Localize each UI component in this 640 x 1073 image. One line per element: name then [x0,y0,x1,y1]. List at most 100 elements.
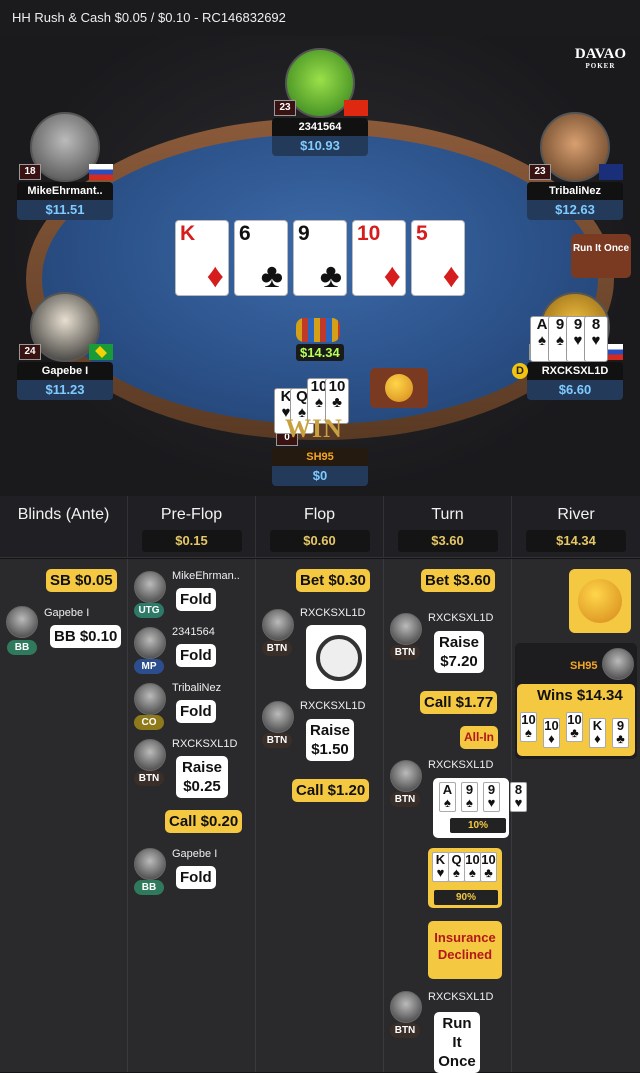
player-avatar [390,613,422,645]
flag-icon [599,164,623,180]
win-banner: WIN [285,414,343,443]
action-bubble: BB $0.10 [50,625,122,648]
hand-card: Q ♠ [448,852,465,882]
player-avatar [390,991,422,1023]
board-card: K ♦ [175,220,229,296]
col-turn: Turn $3.60 [384,496,512,557]
hand-card: 10 ♣ [566,712,583,742]
flag-icon [89,164,113,180]
timer-clock-icon [306,625,366,689]
board-card: 6 ♣ [234,220,288,296]
hand-card: 9 ♠ [461,782,478,812]
player-avatar [602,648,634,680]
action-bubble: Run It Once [434,1012,480,1073]
action-bubble: Fold [176,700,216,723]
position-badge: BB [7,640,37,655]
position-badge: MP [134,659,164,674]
player-name: Gapebe I [44,607,90,619]
player-name: MikeEhrmant.. [17,182,113,200]
player-stack: $11.23 [17,380,113,400]
emote-icon[interactable] [370,368,428,408]
player-avatar [262,701,294,733]
equity-percent: 90% [434,890,498,905]
player-stack: $11.51 [17,200,113,220]
position-badge: BTN [390,645,420,660]
hand-card: 9 ♥ [483,782,500,812]
action-bubble: Call $0.20 [165,810,243,833]
window-title: HH Rush & Cash $0.05 / $0.10 - RC1468326… [0,0,640,36]
pot-amount: $14.34 [296,344,344,361]
player-avatar [134,848,166,880]
davao-logo: DAVAO POKER [574,46,626,71]
action-bubble: Call $1.20 [292,779,370,802]
hole-card: 8 ♥ [584,316,608,362]
player-name: 2341564 [172,626,215,638]
col-flop: Flop $0.60 [256,496,384,557]
hand-card: 10 ♠ [464,852,481,882]
seat-top[interactable]: 23 2341564 $10.93 [272,48,368,156]
hand-card: 10 ♣ [480,852,497,882]
hand-card: 8 ♥ [510,782,527,812]
hand-card: 10 ♠ [520,712,537,742]
position-badge: BTN [134,771,164,786]
position-badge: CO [134,715,164,730]
position-badge: BTN [262,733,292,748]
player-avatar [6,606,38,638]
allin-badge: All-In [460,726,498,749]
player-avatar [134,571,166,603]
position-badge: UTG [134,603,164,618]
player-name: 2341564 [272,118,368,136]
seat-left-bottom[interactable]: 24 Gapebe I $11.23 [17,292,113,400]
poker-table: DAVAO POKER 23 2341564 $10.93 18 MikeEhrm… [0,36,640,496]
street-header: Blinds (Ante) Pre-Flop $0.15 Flop $0.60 Tu… [0,496,640,558]
player-avatar [134,627,166,659]
player-name: Gapebe I [17,362,113,380]
action-bubble: SB $0.05 [46,569,117,592]
player-name: RXCKSXL1D [527,362,623,380]
equity-percent: 10% [450,818,506,833]
flag-icon [344,100,368,116]
player-stack: $0 [272,466,368,486]
action-bubble: Raise $0.25 [176,756,228,798]
level-badge: 23 [274,100,296,116]
col-preflop: Pre-Flop $0.15 [128,496,256,557]
run-it-once-badge: Run It Once [571,234,631,278]
position-badge: BTN [262,641,292,656]
level-badge: 24 [19,344,41,360]
player-stack: $6.60 [527,380,623,400]
board-card: 5 ♦ [411,220,465,296]
winner-name: SH95 [570,660,598,672]
dealer-button: D [512,363,528,379]
action-bubble: Fold [176,588,216,611]
position-badge: BTN [390,1023,420,1038]
player-name: TribaliNez [527,182,623,200]
thumbs-up-emote-icon [569,569,631,633]
hand-card: K ♥ [432,852,449,882]
hand-card: A ♠ [439,782,456,812]
action-bubble: Raise $7.20 [434,631,484,673]
level-badge: 18 [19,164,41,180]
action-bubble: Bet $3.60 [421,569,495,592]
chip-stack-icon [296,318,340,342]
board-card: 9 ♣ [293,220,347,296]
player-name: MikeEhrman.. [172,570,240,582]
action-bubble: Call $1.77 [420,691,498,714]
action-bubble: Raise $1.50 [306,719,354,761]
player-name: RXCKSXL1D [428,612,494,624]
player-name: RXCKSXL1D [300,607,366,619]
player-name: Gapebe I [172,848,218,860]
seat-right-top[interactable]: 23 TribaliNez $12.63 [527,112,623,220]
board-card: 10 ♦ [352,220,406,296]
flag-icon [89,344,113,360]
player-name: RXCKSXL1D [300,700,366,712]
player-name: TribaliNez [172,682,222,694]
player-avatar [134,739,166,771]
seat-left-top[interactable]: 18 MikeEhrmant.. $11.51 [17,112,113,220]
insurance-badge: Insurance Declined [428,921,502,979]
position-badge: BTN [390,792,420,807]
player-name: RXCKSXL1D [428,991,494,1003]
col-blinds: Blinds (Ante) [0,496,128,557]
position-badge: BB [134,880,164,895]
player-name: RXCKSXL1D [428,759,494,771]
player-avatar [390,760,422,792]
